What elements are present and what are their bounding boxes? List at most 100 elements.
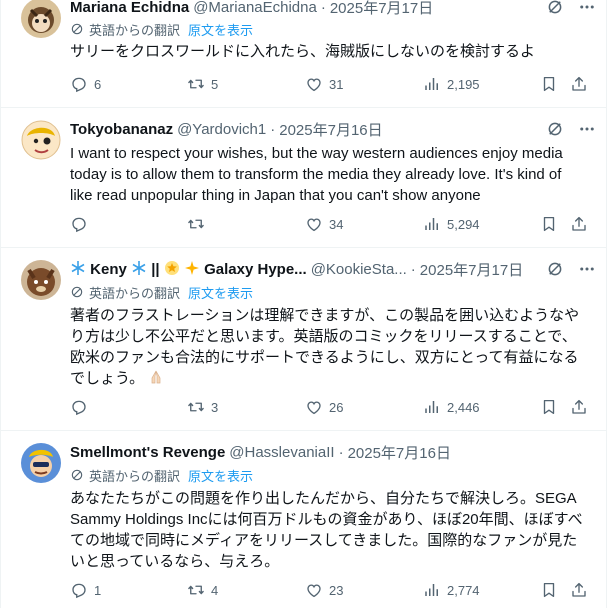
bookmark-icon: [540, 215, 558, 233]
reply-icon: [70, 398, 88, 416]
separator-dot: ·: [410, 260, 416, 278]
heart-icon: [305, 581, 323, 599]
views-icon: [423, 398, 441, 416]
share-icon: [570, 581, 588, 599]
views-button[interactable]: 5,294: [423, 215, 480, 233]
folded-hands-icon: [151, 370, 161, 384]
bookmark-icon: [540, 75, 558, 93]
reply-button[interactable]: 6: [70, 75, 101, 93]
retweet-icon: [187, 75, 205, 93]
user-handle[interactable]: @HasslevaniaII: [229, 444, 334, 461]
share-button[interactable]: [570, 398, 594, 416]
separator-dot: ·: [320, 0, 326, 16]
like-button[interactable]: 31: [305, 75, 343, 93]
views-button[interactable]: 2,446: [423, 398, 480, 416]
more-icon[interactable]: [578, 0, 596, 16]
user-handle[interactable]: @KookieSta...: [311, 261, 407, 278]
action-bar: 6 5 31 2,195: [70, 75, 590, 95]
retweet-button[interactable]: [187, 215, 211, 233]
post-text-line-part: でしょう。: [70, 370, 145, 387]
retweet-count: 5: [211, 76, 219, 92]
user-handle[interactable]: @MarianaEchidna: [193, 0, 317, 16]
share-button[interactable]: [570, 215, 594, 233]
post-text-line: あなたたちがこの問題を作り出したんだから、自分たちで解決しろ。SEGA: [70, 490, 577, 507]
reply-button[interactable]: [70, 215, 94, 233]
translation-notice: 英語からの翻訳 原文を表示: [70, 466, 253, 484]
post-text-line: 著者のフラストレーションは理解できますが、この製品を囲い込むようなや: [70, 307, 580, 324]
display-name[interactable]: Tokyobananaz: [70, 121, 173, 138]
avatar[interactable]: [21, 120, 61, 160]
translation-notice: 英語からの翻訳 原文を表示: [70, 20, 253, 38]
share-button[interactable]: [570, 581, 594, 599]
share-icon: [570, 215, 588, 233]
show-original-link[interactable]: 原文を表示: [188, 283, 253, 302]
retweet-icon: [187, 398, 205, 416]
bookmark-button[interactable]: [540, 75, 564, 93]
display-name-part: ||: [151, 261, 160, 278]
more-icon[interactable]: [578, 260, 596, 278]
view-count: 5,294: [447, 216, 480, 232]
user-handle[interactable]: @Yardovich1: [177, 121, 266, 138]
post-date[interactable]: 2025年7月17日: [420, 259, 523, 280]
reply-button[interactable]: [70, 398, 94, 416]
heart-icon: [305, 398, 323, 416]
post-date[interactable]: 2025年7月17日: [330, 0, 433, 18]
translate-icon: [70, 22, 84, 36]
display-name[interactable]: Keny || Galaxy Hype...: [70, 260, 307, 278]
reply-icon: [70, 75, 88, 93]
avatar[interactable]: [21, 443, 61, 483]
retweet-button[interactable]: 5: [187, 75, 218, 93]
like-button[interactable]: 23: [305, 581, 343, 599]
views-button[interactable]: 2,774: [423, 581, 480, 599]
reply-feed: Mariana Echidna @MarianaEchidna · 2025年7…: [0, 0, 607, 608]
share-icon: [570, 398, 588, 416]
bookmark-button[interactable]: [540, 398, 564, 416]
translation-label: 英語からの翻訳: [89, 285, 181, 301]
post[interactable]: Mariana Echidna @MarianaEchidna · 2025年7…: [1, 0, 606, 108]
retweet-button[interactable]: 3: [187, 398, 218, 416]
views-button[interactable]: 2,195: [423, 75, 480, 93]
share-button[interactable]: [570, 75, 594, 93]
dizzy-star-icon: [164, 261, 179, 275]
like-button[interactable]: 34: [305, 215, 343, 233]
retweet-button[interactable]: 4: [187, 581, 218, 599]
post-text: 著者のフラストレーションは理解できますが、この製品を囲い込むようなや り方は少し…: [70, 305, 590, 389]
show-original-link[interactable]: 原文を表示: [188, 20, 253, 39]
post-date[interactable]: 2025年7月16日: [348, 442, 451, 463]
views-icon: [423, 215, 441, 233]
heart-icon: [305, 215, 323, 233]
post-text: あなたたちがこの問題を作り出したんだから、自分たちで解決しろ。SEGA Samm…: [70, 488, 590, 572]
post-text: I want to respect your wishes, but the w…: [70, 143, 590, 206]
bookmark-icon: [540, 581, 558, 599]
display-name[interactable]: Mariana Echidna: [70, 0, 189, 16]
like-count: 34: [329, 216, 344, 232]
post-date[interactable]: 2025年7月16日: [279, 119, 382, 140]
post-text-line: り方は少し不公平だと思います。英語版のコミックをリリースすることで、: [70, 328, 577, 345]
post-header: Mariana Echidna @MarianaEchidna · 2025年7…: [70, 0, 596, 17]
view-count: 2,446: [447, 399, 480, 415]
action-bar: 3 26 2,446: [70, 398, 590, 418]
view-count: 2,774: [447, 582, 480, 598]
separator-dot: ·: [270, 120, 276, 138]
post-text-line: Sammy Holdings Incには何百万ドルもの資金があり、ほぼ20年間、…: [70, 511, 583, 528]
show-original-link[interactable]: 原文を表示: [188, 466, 253, 485]
bookmark-button[interactable]: [540, 215, 564, 233]
bookmark-button[interactable]: [540, 581, 564, 599]
post[interactable]: Keny || Galaxy Hype... @KookieSta... · 2…: [1, 248, 606, 431]
avatar[interactable]: [21, 260, 61, 300]
translate-icon: [70, 285, 84, 299]
grok-icon[interactable]: [546, 120, 564, 138]
views-icon: [423, 75, 441, 93]
post-text-line: でしょう。: [70, 368, 590, 389]
avatar[interactable]: [21, 0, 61, 38]
display-name[interactable]: Smellmont's Revenge: [70, 444, 225, 461]
grok-icon[interactable]: [546, 260, 564, 278]
post[interactable]: Tokyobananaz @Yardovich1 · 2025年7月16日 I …: [1, 108, 606, 248]
grok-icon[interactable]: [546, 0, 564, 16]
retweet-icon: [187, 215, 205, 233]
like-button[interactable]: 26: [305, 398, 343, 416]
action-bar: 34 5,294: [70, 215, 590, 235]
more-icon[interactable]: [578, 120, 596, 138]
reply-button[interactable]: 1: [70, 581, 101, 599]
post[interactable]: Smellmont's Revenge @HasslevaniaII · 202…: [1, 431, 606, 608]
